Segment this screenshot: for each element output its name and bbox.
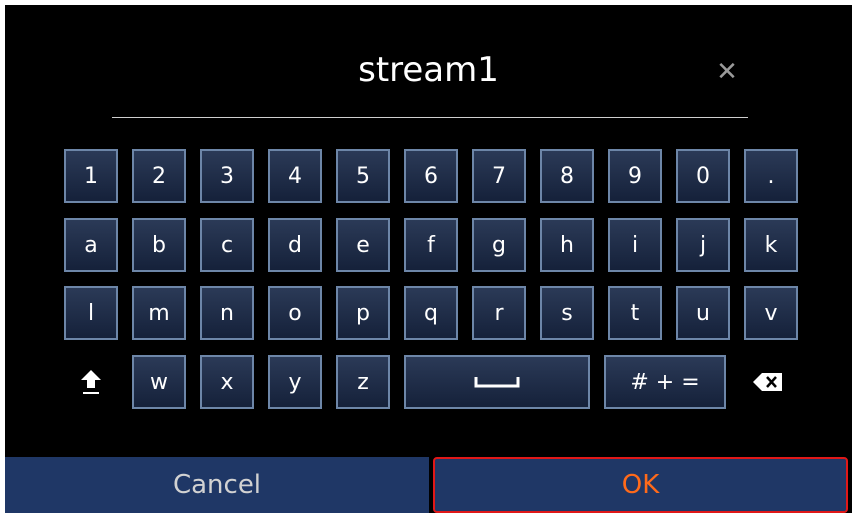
shift-key[interactable]: [68, 356, 114, 408]
key-k[interactable]: k: [744, 218, 798, 272]
space-icon: [474, 377, 520, 388]
ok-button[interactable]: OK: [433, 457, 848, 513]
symbols-key[interactable]: # + =: [604, 355, 726, 409]
key-i[interactable]: i: [608, 218, 662, 272]
key-m[interactable]: m: [132, 286, 186, 340]
key-e[interactable]: e: [336, 218, 390, 272]
key-o[interactable]: o: [268, 286, 322, 340]
cancel-button[interactable]: Cancel: [5, 457, 429, 513]
key-t[interactable]: t: [608, 286, 662, 340]
key-6[interactable]: 6: [404, 149, 458, 203]
key-9[interactable]: 9: [608, 149, 662, 203]
key-g[interactable]: g: [472, 218, 526, 272]
key-z[interactable]: z: [336, 355, 390, 409]
key-h[interactable]: h: [540, 218, 594, 272]
input-underline: [112, 117, 748, 118]
close-icon[interactable]: ✕: [711, 56, 743, 88]
key-2[interactable]: 2: [132, 149, 186, 203]
key-w[interactable]: w: [132, 355, 186, 409]
key-7[interactable]: 7: [472, 149, 526, 203]
key-n[interactable]: n: [200, 286, 254, 340]
key-j[interactable]: j: [676, 218, 730, 272]
key-d[interactable]: d: [268, 218, 322, 272]
key-4[interactable]: 4: [268, 149, 322, 203]
space-key[interactable]: [404, 355, 590, 409]
key-5[interactable]: 5: [336, 149, 390, 203]
key-s[interactable]: s: [540, 286, 594, 340]
key-p[interactable]: p: [336, 286, 390, 340]
key-q[interactable]: q: [404, 286, 458, 340]
key-f[interactable]: f: [404, 218, 458, 272]
key-8[interactable]: 8: [540, 149, 594, 203]
key-3[interactable]: 3: [200, 149, 254, 203]
key-u[interactable]: u: [676, 286, 730, 340]
key-b[interactable]: b: [132, 218, 186, 272]
backspace-icon: [753, 373, 782, 391]
key-v[interactable]: v: [744, 286, 798, 340]
key-a[interactable]: a: [64, 218, 118, 272]
backspace-key[interactable]: [744, 356, 792, 408]
key-y[interactable]: y: [268, 355, 322, 409]
key-1[interactable]: 1: [64, 149, 118, 203]
key-x[interactable]: x: [200, 355, 254, 409]
shift-arrow-icon: [81, 370, 101, 394]
key-period[interactable]: .: [744, 149, 798, 203]
key-0[interactable]: 0: [676, 149, 730, 203]
key-l[interactable]: l: [64, 286, 118, 340]
key-c[interactable]: c: [200, 218, 254, 272]
key-r[interactable]: r: [472, 286, 526, 340]
